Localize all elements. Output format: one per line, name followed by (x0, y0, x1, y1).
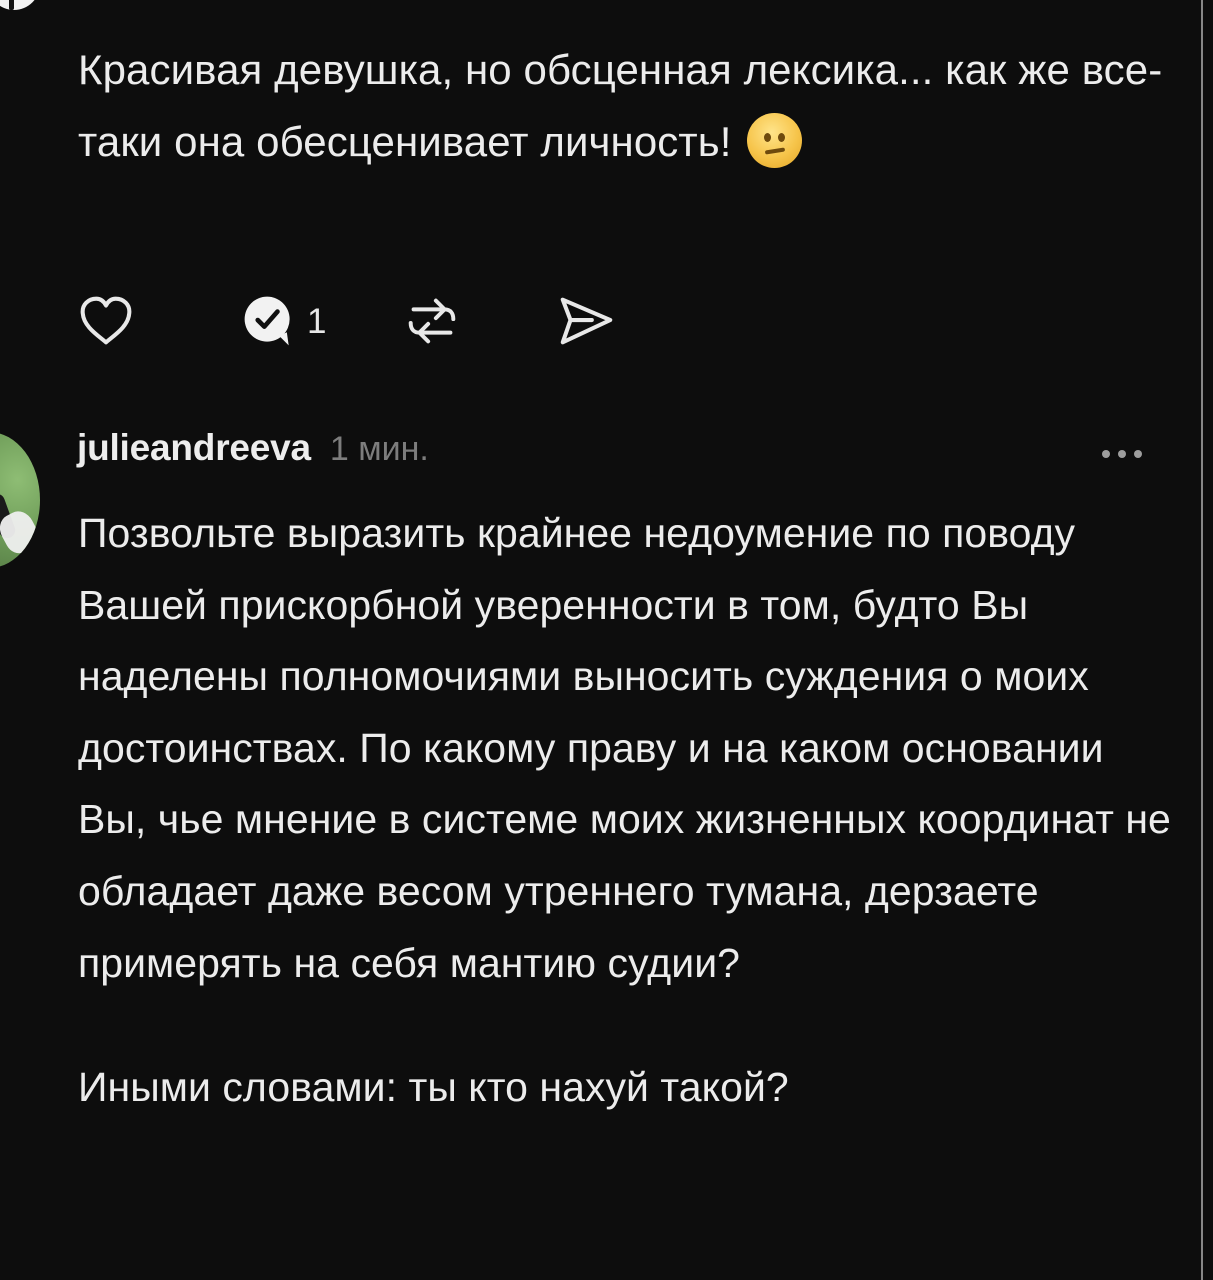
comment-count: 1 (307, 301, 327, 341)
post-body: Красивая девушка, но обсценная лексика..… (78, 46, 1163, 165)
comment-text: Позвольте выразить крайнее недоумение по… (78, 498, 1178, 1124)
more-dot-icon (1102, 450, 1110, 458)
comment-time: 1 мин. (329, 430, 429, 468)
repost-icon (409, 298, 456, 344)
comment-paragraph-1: Позвольте выразить крайнее недоумение по… (78, 510, 1171, 986)
heart-icon (80, 296, 132, 345)
right-edge-divider (1201, 0, 1203, 1280)
comment-screen: Красивая девушка, но обсценная лексика..… (0, 0, 1213, 1280)
more-dot-icon (1134, 450, 1142, 458)
comment-header: julieandreeva 1 мин. (77, 427, 429, 481)
share-button[interactable] (555, 290, 617, 352)
comment-paragraph-2: Иными словами: ты кто нахуй такой? (78, 1064, 789, 1111)
more-options-button[interactable] (1102, 450, 1142, 458)
post-text: Красивая девушка, но обсценная лексика..… (78, 34, 1188, 178)
send-icon (561, 297, 613, 345)
comment-username[interactable]: julieandreeva (77, 427, 311, 469)
like-button[interactable] (75, 290, 137, 352)
comment-icon (244, 296, 290, 346)
comment-avatar[interactable] (0, 432, 40, 568)
more-dot-icon (1118, 450, 1126, 458)
previous-avatar (0, 0, 40, 10)
confused-face-icon (747, 113, 803, 168)
post-actions: 1 (75, 285, 617, 357)
repost-button[interactable] (401, 290, 463, 352)
reply-button[interactable]: 1 (239, 291, 326, 351)
